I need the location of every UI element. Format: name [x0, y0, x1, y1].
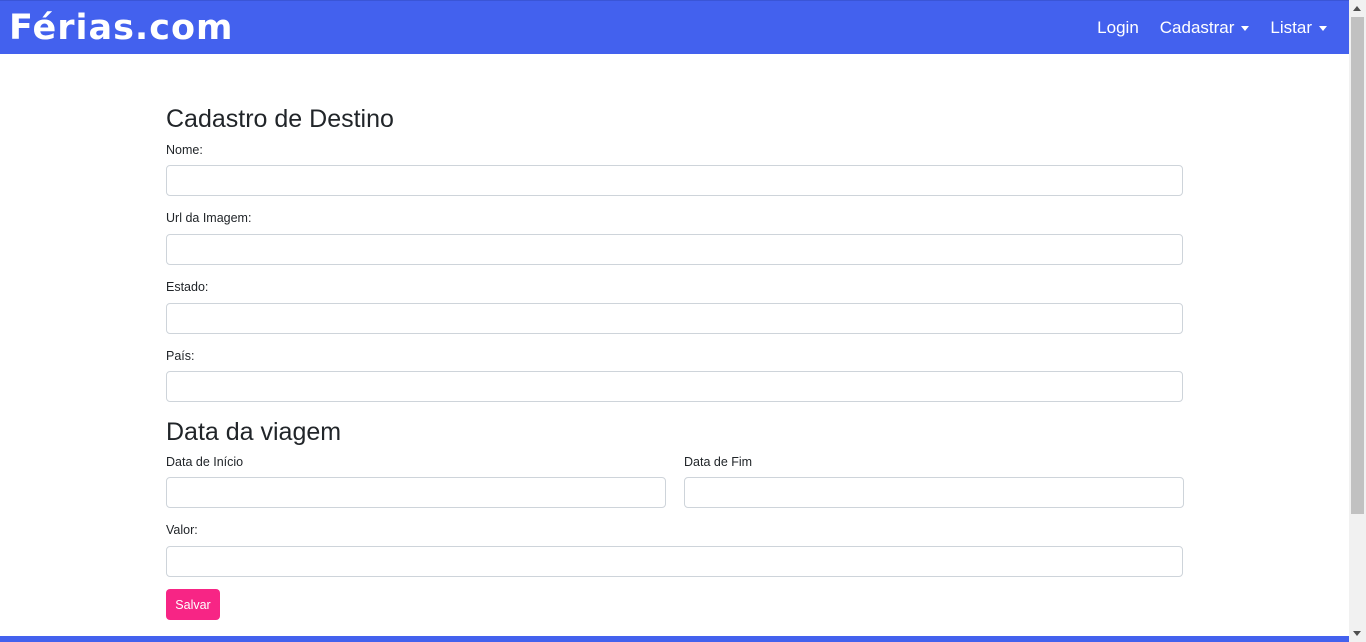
pais-input[interactable]: [166, 371, 1183, 402]
nome-input[interactable]: [166, 165, 1183, 196]
nav-listar-dropdown[interactable]: Listar: [1270, 18, 1327, 38]
estado-label: Estado:: [166, 280, 209, 294]
save-button[interactable]: Salvar: [166, 589, 220, 620]
data-inicio-input[interactable]: [166, 477, 666, 508]
footer-bar: [0, 636, 1349, 642]
scroll-thumb[interactable]: [1351, 17, 1364, 514]
trip-section-title: Data da viagem: [166, 418, 342, 446]
nav-listar-label: Listar: [1270, 18, 1312, 37]
data-inicio-label: Data de Início: [166, 455, 244, 469]
vertical-scrollbar[interactable]: [1349, 0, 1366, 642]
scroll-up-icon[interactable]: [1353, 6, 1361, 11]
navbar: Férias.com Login Cadastrar Listar: [0, 0, 1349, 54]
caret-down-icon: [1319, 25, 1327, 31]
caret-down-icon: [1241, 25, 1250, 31]
nav-login-link[interactable]: Login: [1097, 18, 1139, 38]
valor-label: Valor:: [166, 523, 198, 537]
scroll-down-icon[interactable]: [1353, 631, 1361, 636]
data-fim-input[interactable]: [684, 477, 1184, 508]
valor-input[interactable]: [166, 546, 1183, 577]
nav-cadastrar-label: Cadastrar: [1159, 18, 1235, 37]
brand-logo[interactable]: Férias.com: [9, 7, 234, 49]
url-label: Url da Imagem:: [166, 211, 252, 225]
nome-label: Nome:: [166, 143, 203, 157]
nav-cadastrar-dropdown[interactable]: Cadastrar: [1160, 18, 1250, 38]
data-fim-label: Data de Fim: [684, 455, 753, 469]
pais-label: País:: [166, 349, 195, 363]
url-imagem-input[interactable]: [166, 234, 1183, 265]
estado-input[interactable]: [166, 303, 1183, 334]
page-title: Cadastro de Destino: [166, 105, 394, 133]
nav-links: Login Cadastrar Listar: [1076, 1, 1327, 55]
